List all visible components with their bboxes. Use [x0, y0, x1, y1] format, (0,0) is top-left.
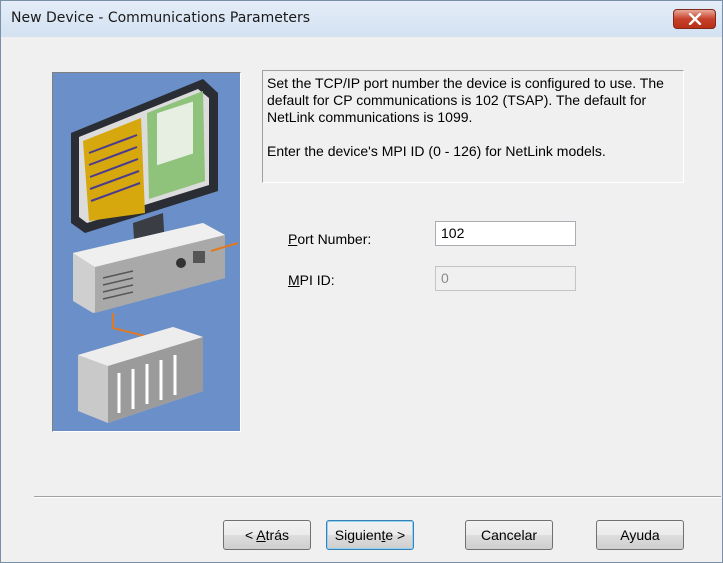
instructions-text: Set the TCP/IP port number the device is… — [262, 70, 684, 183]
instructions-paragraph-mpi: Enter the device's MPI ID (0 - 126) for … — [267, 143, 606, 159]
title-bar[interactable]: New Device - Communications Parameters — [1, 1, 722, 37]
mpi-id-label: MPI ID: — [288, 272, 335, 288]
mpi-id-input[interactable]: 0 — [435, 266, 576, 291]
instructions-paragraph-port: Set the TCP/IP port number the device is… — [267, 75, 664, 125]
next-button[interactable]: Siguiente > — [326, 520, 414, 550]
wizard-window: New Device - Communications Parameters S… — [0, 0, 723, 563]
footer-divider — [34, 496, 721, 498]
port-number-label: Port Number: — [288, 231, 372, 247]
back-button[interactable]: < Atrás — [223, 520, 311, 550]
cancel-button[interactable]: Cancelar — [465, 520, 553, 550]
port-number-input[interactable]: 102 — [435, 221, 576, 246]
window-title: New Device - Communications Parameters — [11, 10, 311, 26]
help-button[interactable]: Ayuda — [596, 520, 684, 550]
computer-network-illustration — [52, 72, 241, 432]
computer-plc-icon — [71, 79, 239, 423]
close-icon — [688, 13, 702, 25]
close-button[interactable] — [673, 9, 716, 29]
